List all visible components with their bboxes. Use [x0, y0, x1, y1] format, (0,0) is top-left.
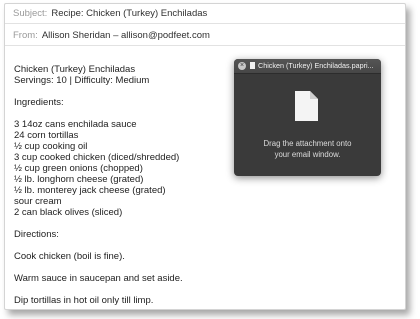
message-body[interactable]: Chicken (Turkey) Enchiladas Servings: 10 … [14, 64, 254, 306]
subject-row[interactable]: Subject: Recipe: Chicken (Turkey) Enchil… [5, 4, 405, 24]
document-icon[interactable] [294, 91, 318, 122]
from-label: From: [13, 30, 38, 41]
body-line: Warm sauce in saucepan and set aside. [14, 273, 183, 284]
attachment-drag-panel[interactable]: × Chicken (Turkey) Enchiladas.papri... D… [234, 59, 381, 176]
from-field[interactable]: Allison Sheridan – allison@podfeet.com [42, 30, 210, 41]
drag-instructions: Drag the attachment onto your email wind… [234, 138, 381, 160]
body-line: 3 cup cooked chicken (diced/shredded) [14, 152, 180, 163]
body-line: ½ lb. monterey jack cheese (grated) [14, 185, 166, 196]
drag-instruction-line-1: Drag the attachment onto [263, 139, 352, 148]
body-line: ½ lb. longhorn cheese (grated) [14, 174, 144, 185]
close-icon[interactable]: × [238, 62, 246, 70]
body-line: Dip tortillas in hot oil only till limp. [14, 295, 154, 306]
drag-instruction-line-2: your email window. [274, 150, 341, 159]
from-row[interactable]: From: Allison Sheridan – allison@podfeet… [5, 26, 405, 46]
body-line: Chicken (Turkey) Enchiladas [14, 64, 136, 75]
body-line: Cook chicken (boil is fine). [14, 251, 125, 262]
body-line: Servings: 10 | Difficulty: Medium [14, 75, 150, 86]
body-line: 24 corn tortillas [14, 130, 79, 141]
panel-title-bar[interactable]: × Chicken (Turkey) Enchiladas.papri... [234, 59, 381, 74]
subject-field[interactable]: Recipe: Chicken (Turkey) Enchiladas [51, 8, 207, 19]
body-line: Ingredients: [14, 97, 64, 108]
body-line: Directions: [14, 229, 59, 240]
body-line: ½ cup green onions (chopped) [14, 163, 143, 174]
body-line: sour cream [14, 196, 62, 207]
document-small-icon [250, 62, 255, 69]
body-line: 2 can black olives (sliced) [14, 207, 123, 218]
attachment-filename: Chicken (Turkey) Enchiladas.papri... [258, 61, 374, 70]
subject-label: Subject: [13, 8, 48, 19]
body-line: ½ cup cooking oil [14, 141, 88, 152]
body-line: 3 14oz cans enchilada sauce [14, 119, 137, 130]
email-compose-window: Subject: Recipe: Chicken (Turkey) Enchil… [4, 3, 406, 310]
